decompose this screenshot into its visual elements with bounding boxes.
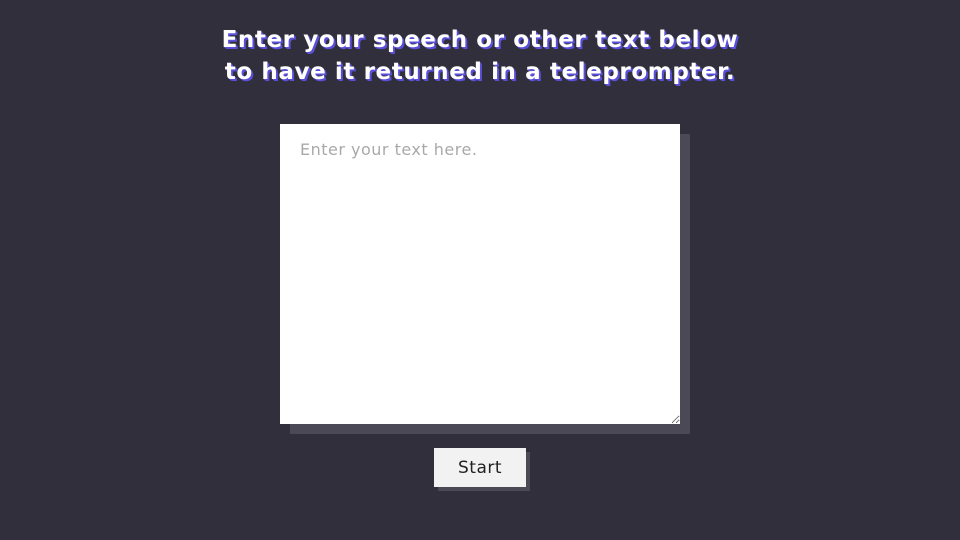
speech-input-container: [280, 124, 690, 434]
speech-text-input[interactable]: [280, 124, 680, 424]
heading-line-1: Enter your speech or other text below: [221, 27, 739, 53]
start-button-container: Start: [434, 448, 530, 491]
page-heading: Enter your speech or other text below to…: [0, 24, 960, 88]
heading-line-2: to have it returned in a teleprompter.: [224, 59, 736, 85]
start-button[interactable]: Start: [434, 448, 526, 487]
